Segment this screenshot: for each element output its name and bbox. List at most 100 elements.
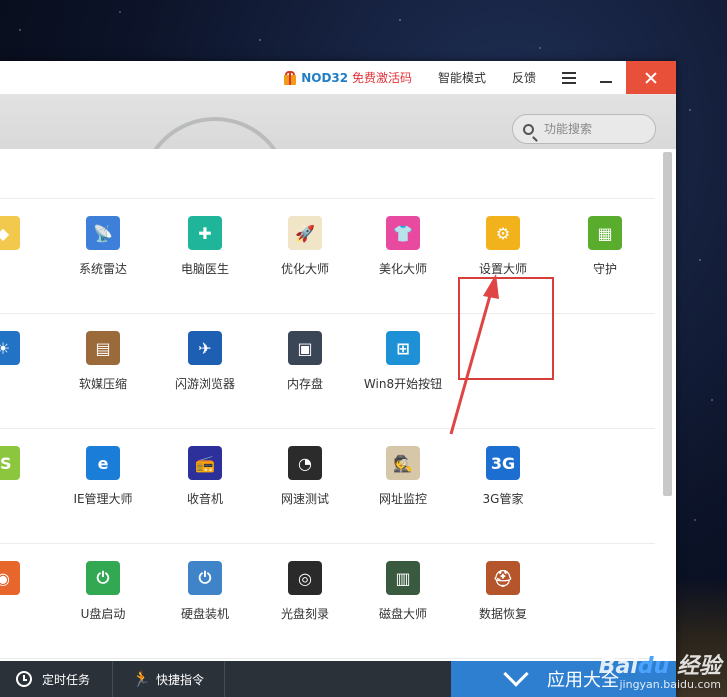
spy-hat-icon: 🕵 (386, 446, 420, 480)
row-divider (0, 313, 655, 314)
bottom-divider (112, 661, 113, 697)
app-label: U盘启动 (80, 607, 126, 621)
app-label: 数据恢复 (478, 607, 527, 621)
app-tile[interactable]: ◔ 网速测试 (260, 446, 350, 507)
app-tile[interactable]: 📻 收音机 (160, 446, 250, 507)
app-tile[interactable]: ⏻ 硬盘装机 (160, 561, 250, 622)
hard-disk-install-icon: ⏻ (188, 561, 222, 595)
app-label: S助手 (0, 490, 48, 507)
archive-books-icon: ▤ (86, 331, 120, 365)
app-label: 软媒压缩 (78, 377, 127, 391)
app-grid: ◆ 件管家 📡 系统雷达 ✚ 电脑医生 🚀 优化大师 👕 美化大师 ⚙ 设置大师 ▦ 守护 ☀ 屏时间 ▤ 软媒压… (0, 149, 676, 661)
app-label: 件管家 (0, 260, 48, 277)
disk-master-icon: ▥ (386, 561, 420, 595)
shield-icon: ▦ (588, 216, 622, 250)
app-tile[interactable]: ▤ 软媒压缩 (58, 331, 148, 392)
gift-icon (283, 70, 297, 85)
title-bar: NOD32 免费激活码 智能模式 反馈 (0, 61, 676, 95)
tshirt-icon: 👕 (386, 216, 420, 250)
promo-brand: NOD32 (301, 71, 349, 85)
app-label: 系统雷达 (78, 262, 127, 276)
app-tile[interactable]: iS S助手 (0, 446, 48, 507)
app-label: 硬盘装机 (180, 607, 229, 621)
bottom-divider (224, 661, 225, 697)
app-tile[interactable]: ✈ 闪游浏览器 (160, 331, 250, 392)
app-tile[interactable]: ▥ 磁盘大师 (358, 561, 448, 622)
schedule-task-label: 定时任务 (42, 672, 91, 687)
app-tile[interactable]: ☀ 屏时间 (0, 331, 48, 392)
search-input[interactable] (542, 121, 646, 137)
app-label: 以光驱 (0, 605, 48, 622)
quick-command-button[interactable]: 🏃 快捷指令 (132, 661, 204, 697)
app-tile[interactable]: 🚀 优化大师 (260, 216, 350, 277)
search-icon (523, 123, 534, 135)
header-band (0, 95, 676, 149)
promo-text: 免费激活码 (351, 71, 412, 85)
app-tile[interactable]: 3G 3G管家 (458, 446, 548, 507)
app-label: 闪游浏览器 (174, 377, 235, 391)
app-tile[interactable]: e IE管理大师 (58, 446, 148, 507)
app-tile[interactable]: ⚙ 设置大师 (458, 216, 548, 277)
ie-logo-icon: e (86, 446, 120, 480)
running-man-icon: 🏃 (132, 670, 151, 688)
speedometer-icon: ◔ (288, 446, 322, 480)
app-label: 内存盘 (286, 377, 323, 391)
app-tile[interactable]: ◆ 件管家 (0, 216, 48, 277)
windows-logo-icon: ⊞ (386, 331, 420, 365)
scrollbar[interactable] (663, 152, 672, 496)
app-tile[interactable]: 📡 系统雷达 (58, 216, 148, 277)
search-box[interactable] (512, 114, 656, 144)
app-tile[interactable]: ⊞ Win8开始按钮 (358, 331, 448, 392)
row-divider (0, 198, 655, 199)
schedule-task-button[interactable]: 定时任务 (16, 661, 90, 697)
app-label: 电脑医生 (180, 262, 229, 276)
app-label: 屏时间 (0, 375, 48, 392)
burn-disc-icon: ◎ (288, 561, 322, 595)
app-tile[interactable]: ⏻ U盘启动 (58, 561, 148, 622)
gear-icon: ⚙ (486, 216, 520, 250)
app-tile[interactable]: ⛑ 数据恢复 (458, 561, 548, 622)
rocket-icon: 🚀 (288, 216, 322, 250)
data-recovery-icon: ⛑ (486, 561, 520, 595)
app-tile[interactable]: ✚ 电脑医生 (160, 216, 250, 277)
minimize-icon[interactable] (600, 72, 614, 84)
app-label: 设置大师 (478, 262, 527, 276)
app-tile[interactable]: 👕 美化大师 (358, 216, 448, 277)
app-tile[interactable]: ▦ 守护 (560, 216, 650, 277)
app-label: 收音机 (186, 492, 223, 506)
close-button[interactable] (626, 61, 676, 94)
feedback-button[interactable]: 反馈 (512, 69, 536, 86)
baidu-watermark: Baidu 经验 jingyan.baidu.com (598, 653, 721, 691)
title-bar-actions: NOD32 免费激活码 智能模式 反馈 (283, 61, 626, 94)
app-window: NOD32 免费激活码 智能模式 反馈 ◆ 件管家 📡 系统雷达 ✚ 电脑医生 🚀 优化大师 👕… (0, 61, 676, 697)
app-tile[interactable]: ◉ 以光驱 (0, 561, 48, 622)
app-label: 美化大师 (378, 262, 427, 276)
decorative-arc (140, 117, 290, 149)
row-divider (0, 658, 655, 659)
app-label: IE管理大师 (73, 492, 133, 506)
weather-clock-icon: ☀ (0, 331, 20, 365)
smart-mode-button[interactable]: 智能模式 (438, 69, 486, 86)
app-label: 守护 (592, 262, 617, 276)
app-label: 网速测试 (280, 492, 329, 506)
app-label: 光盘刻录 (280, 607, 329, 621)
row-divider (0, 543, 655, 544)
software-manager-icon: ◆ (0, 216, 20, 250)
chevron-down-icon (503, 661, 529, 687)
highlight-box (458, 277, 554, 380)
app-tile[interactable]: ▣ 内存盘 (260, 331, 350, 392)
optical-drive-icon: ◉ (0, 561, 20, 595)
flash-browser-icon: ✈ (188, 331, 222, 365)
watermark-url: jingyan.baidu.com (619, 677, 721, 691)
clock-icon (16, 671, 32, 687)
usb-power-icon: ⏻ (86, 561, 120, 595)
bottom-bar: 定时任务 🏃 快捷指令 应用大全 (0, 661, 676, 697)
radar-dish-icon: 📡 (86, 216, 120, 250)
app-label: 优化大师 (280, 262, 329, 276)
promo-link[interactable]: NOD32 免费激活码 (301, 69, 412, 86)
app-tile[interactable]: ◎ 光盘刻录 (260, 561, 350, 622)
app-tile[interactable]: 🕵 网址监控 (358, 446, 448, 507)
app-label: 网址监控 (378, 492, 427, 506)
radio-icon: 📻 (188, 446, 222, 480)
menu-icon[interactable] (562, 72, 576, 84)
